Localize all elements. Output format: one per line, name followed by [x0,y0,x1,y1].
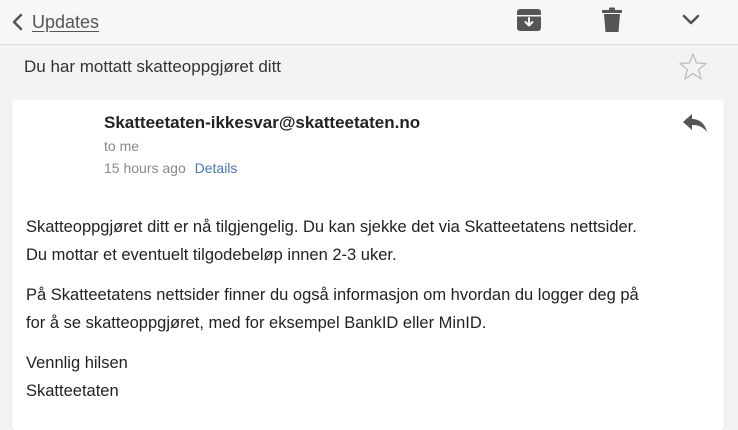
top-toolbar: Updates [0,0,738,45]
body-line: Skatteoppgjøret ditt er nå tilgjengelig.… [26,218,637,236]
delete-button[interactable] [598,7,626,38]
signature-line: Skatteetaten [26,382,119,400]
reply-button[interactable] [680,110,710,136]
body-line: På Skatteetatens nettsider finner du ogs… [26,286,639,304]
star-button[interactable] [678,52,708,82]
body-paragraph-2: På Skatteetatens nettsider finner du ogs… [26,281,716,337]
archive-icon [516,8,542,37]
archive-button[interactable] [515,8,543,36]
more-options-button[interactable] [677,8,705,36]
sender-address[interactable]: Skatteetaten-ikkesvar@skatteetaten.no [104,113,420,133]
signature-block: Vennlig hilsen Skatteetaten [26,349,716,405]
body-line: for å se skatteoppgjøret, med for eksemp… [26,314,487,332]
details-link[interactable]: Details [195,160,238,176]
chevron-left-icon [8,12,28,32]
email-body: Skatteoppgjøret ditt er nå tilgjengelig.… [26,213,716,405]
body-paragraph-1: Skatteoppgjøret ditt er nå tilgjengelig.… [26,213,716,269]
back-button[interactable]: Updates [8,0,99,44]
timestamp: 15 hours ago [104,160,186,176]
recipient-label: to me [104,138,140,154]
body-line: Du mottar et eventuelt tilgodebeløp inne… [26,246,397,264]
closing-line: Vennlig hilsen [26,354,128,372]
email-subject: Du har mottatt skatteoppgjøret ditt [24,57,282,76]
chevron-down-icon [681,13,701,32]
email-card: Skatteetaten-ikkesvar@skatteetaten.no to… [12,100,724,430]
time-row: 15 hours ago Details [104,160,237,176]
reply-icon [680,114,710,140]
back-label: Updates [32,11,100,32]
subject-row: Du har mottatt skatteoppgjøret ditt [0,45,738,91]
star-icon [678,53,708,86]
trash-icon [601,7,623,38]
